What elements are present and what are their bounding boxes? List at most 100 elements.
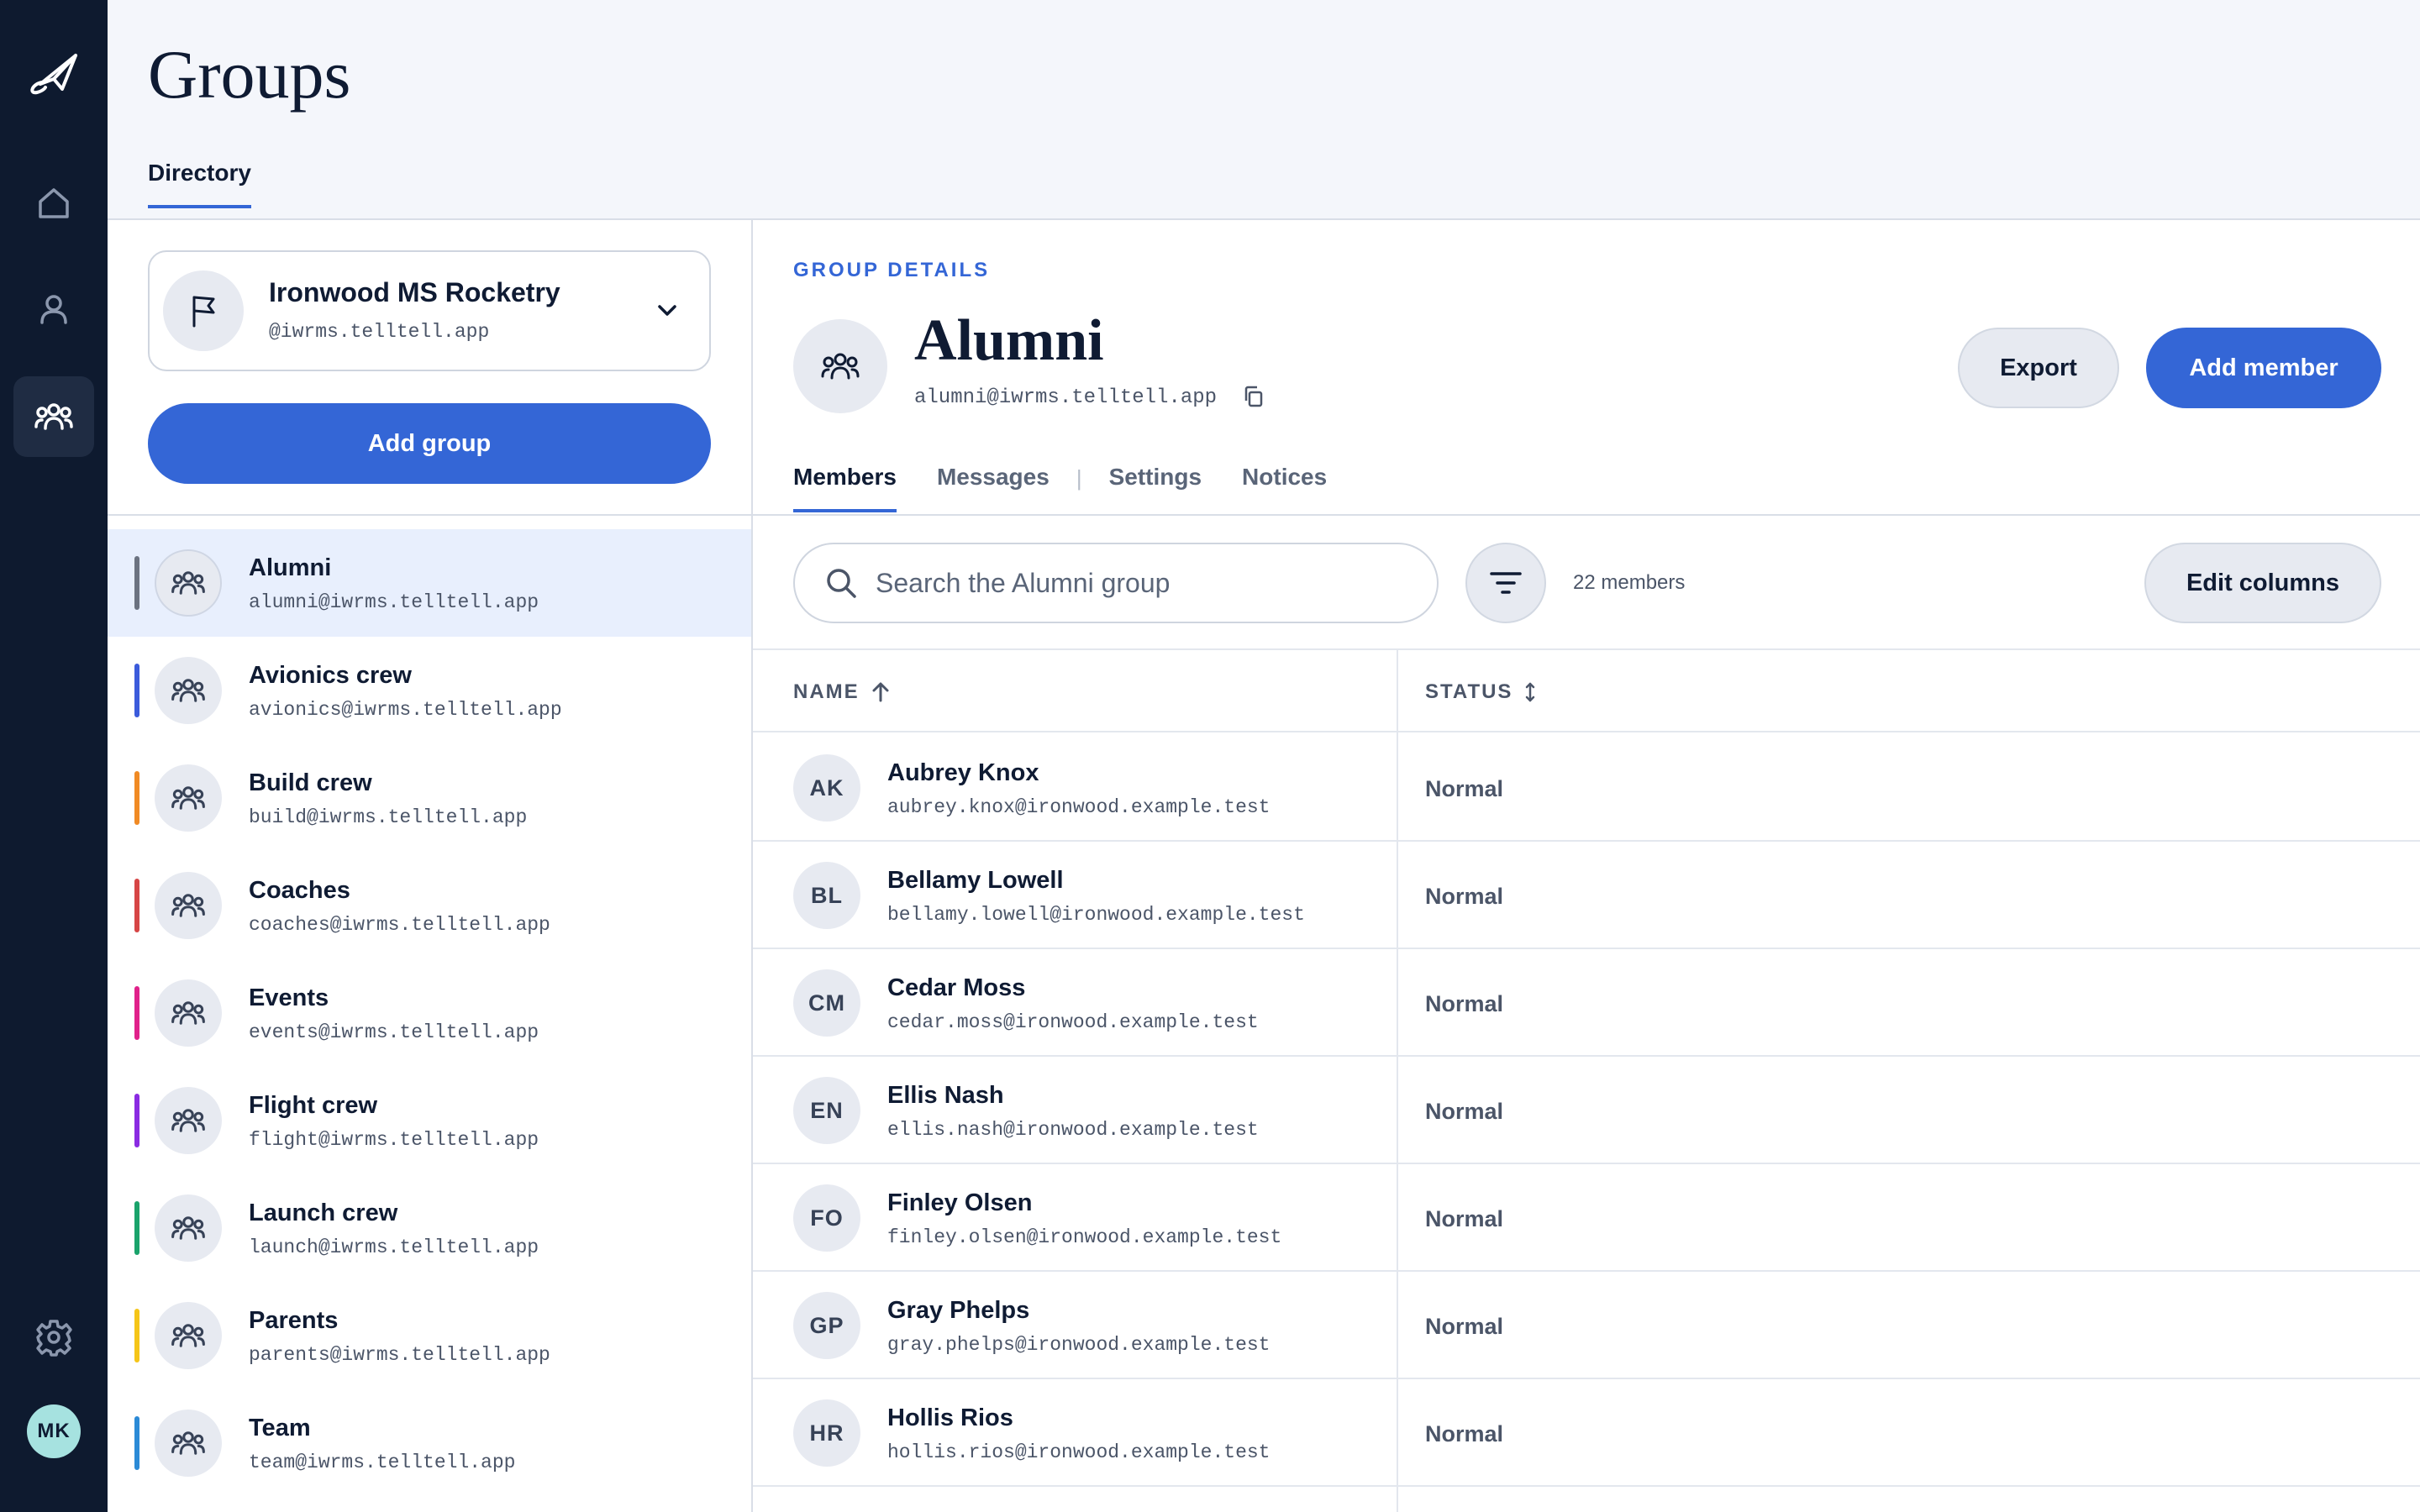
group-item-name: Parents [249, 1307, 339, 1334]
group-list-item[interactable]: Avionics crew avionics@iwrms.telltell.app [108, 637, 751, 744]
group-item-email: team@iwrms.telltell.app [249, 1452, 516, 1473]
member-status: Normal [1425, 991, 1504, 1016]
group-list-item[interactable]: Launch crew launch@iwrms.telltell.app [108, 1174, 751, 1282]
member-status: Normal [1425, 884, 1504, 909]
sort-icon [1526, 682, 1535, 702]
group-item-email: build@iwrms.telltell.app [249, 806, 528, 828]
table-row[interactable]: CM Cedar Moss cedar.moss@ironwood.example.… [753, 949, 2420, 1057]
group-list-item[interactable]: Alumni alumni@iwrms.telltell.app [108, 529, 751, 637]
search-icon [827, 569, 856, 598]
group-color-bar [134, 879, 139, 932]
group-color-bar [134, 1309, 139, 1362]
member-email: aubrey.knox@ironwood.example.test [887, 796, 1270, 818]
add-group-button[interactable]: Add group [148, 403, 711, 484]
table-row[interactable]: GP Gray Phelps gray.phelps@ironwood.exampl… [753, 1272, 2420, 1379]
people-icon [155, 1194, 222, 1262]
group-list-item[interactable]: Events events@iwrms.telltell.app [108, 959, 751, 1067]
group-list-item[interactable]: Coaches coaches@iwrms.telltell.app [108, 852, 751, 959]
chevron-down-icon [655, 299, 679, 327]
member-name: Finley Olsen [887, 1189, 1033, 1216]
group-avatar [793, 319, 887, 413]
member-name: Bellamy Lowell [887, 867, 1064, 894]
rocket-icon[interactable] [13, 34, 94, 114]
group-color-bar [134, 986, 139, 1040]
member-email: cedar.moss@ironwood.example.test [887, 1011, 1259, 1033]
tab-directory[interactable]: Directory [148, 160, 251, 208]
org-name: Ironwood MS Rocketry [269, 277, 560, 307]
gear-icon[interactable] [13, 1297, 94, 1378]
user-avatar[interactable]: MK [27, 1404, 81, 1458]
group-email: alumni@iwrms.telltell.app [914, 386, 1218, 409]
table-row[interactable]: AK Aubrey Knox aubrey.knox@ironwood.exampl… [753, 734, 2420, 842]
member-avatar: FO [793, 1184, 860, 1252]
column-header-status[interactable]: STATUS [1425, 680, 1536, 704]
org-switcher[interactable]: Ironwood MS Rocketry @iwrms.telltell.app [148, 250, 711, 371]
group-list-item[interactable]: Team team@iwrms.telltell.app [108, 1389, 751, 1497]
search-field[interactable] [793, 543, 1439, 623]
column-status-label: STATUS [1425, 680, 1513, 703]
group-item-name: Coaches [249, 877, 350, 904]
table-header: NAME STATUS [753, 650, 2420, 732]
group-list-item[interactable]: Build crew build@iwrms.telltell.app [108, 744, 751, 852]
member-status: Normal [1425, 1099, 1504, 1124]
group-item-name: Avionics crew [249, 662, 412, 689]
tab-messages[interactable]: Messages [937, 464, 1050, 509]
filter-icon [1490, 572, 1522, 594]
tab-settings[interactable]: Settings [1109, 464, 1202, 509]
people-icon[interactable] [13, 376, 94, 457]
group-item-email: coaches@iwrms.telltell.app [249, 914, 550, 936]
column-header-name[interactable]: NAME [793, 680, 890, 704]
group-item-name: Launch crew [249, 1200, 398, 1226]
people-icon [155, 549, 222, 617]
group-list-item[interactable]: Flight crew flight@iwrms.telltell.app [108, 1067, 751, 1174]
divider [753, 514, 2420, 516]
group-item-email: avionics@iwrms.telltell.app [249, 699, 562, 721]
arrow-up-icon [872, 682, 889, 702]
group-item-email: events@iwrms.telltell.app [249, 1021, 539, 1043]
home-icon[interactable] [13, 163, 94, 244]
tab-notices[interactable]: Notices [1242, 464, 1327, 509]
table-row[interactable]: EN Ellis Nash ellis.nash@ironwood.example.… [753, 1057, 2420, 1164]
table-row[interactable]: FO Finley Olsen finley.olsen@ironwood.exam… [753, 1164, 2420, 1272]
group-details: GROUP DETAILS Alumni alumni@iwrms.tellte… [753, 220, 2420, 1512]
filter-button[interactable] [1465, 543, 1546, 623]
column-name-label: NAME [793, 680, 860, 703]
member-name: Ellis Nash [887, 1082, 1004, 1109]
people-icon [155, 764, 222, 832]
people-icon [155, 1410, 222, 1477]
groups-sidebar: Ironwood MS Rocketry @iwrms.telltell.app… [108, 220, 753, 1512]
table-row[interactable]: HR Hollis Rios hollis.rios@ironwood.exampl… [753, 1379, 2420, 1487]
copy-icon[interactable] [1242, 385, 1265, 412]
member-name: Aubrey Knox [887, 759, 1039, 786]
member-avatar: AK [793, 754, 860, 822]
member-email: hollis.rios@ironwood.example.test [887, 1441, 1270, 1463]
group-item-email: flight@iwrms.telltell.app [249, 1129, 539, 1151]
member-email: finley.olsen@ironwood.example.test [887, 1226, 1282, 1248]
group-item-name: Events [249, 984, 329, 1011]
tab-members[interactable]: Members [793, 464, 897, 512]
member-status: Normal [1425, 1314, 1504, 1339]
edit-columns-button[interactable]: Edit columns [2144, 543, 2381, 623]
member-avatar: CM [793, 969, 860, 1037]
member-count: 22 members [1573, 571, 1686, 594]
group-color-bar [134, 771, 139, 825]
add-member-button[interactable]: Add member [2146, 328, 2381, 408]
member-email: gray.phelps@ironwood.example.test [887, 1334, 1270, 1356]
person-icon[interactable] [13, 269, 94, 349]
page-title: Groups [148, 36, 351, 113]
group-color-bar [134, 1416, 139, 1470]
group-color-bar [134, 664, 139, 717]
section-label: GROUP DETAILS [793, 259, 991, 281]
group-color-bar [134, 1201, 139, 1255]
group-name: Alumni [914, 308, 1104, 373]
group-item-name: Build crew [249, 769, 372, 796]
group-list-item[interactable]: Parents parents@iwrms.telltell.app [108, 1282, 751, 1389]
search-input[interactable] [876, 567, 1413, 599]
divider [108, 514, 751, 516]
member-status: Normal [1425, 1421, 1504, 1446]
people-icon [155, 979, 222, 1047]
group-item-name: Flight crew [249, 1092, 378, 1119]
people-icon [155, 872, 222, 939]
table-row[interactable]: BL Bellamy Lowell bellamy.lowell@ironwood.… [753, 842, 2420, 949]
export-button[interactable]: Export [1958, 328, 2119, 408]
